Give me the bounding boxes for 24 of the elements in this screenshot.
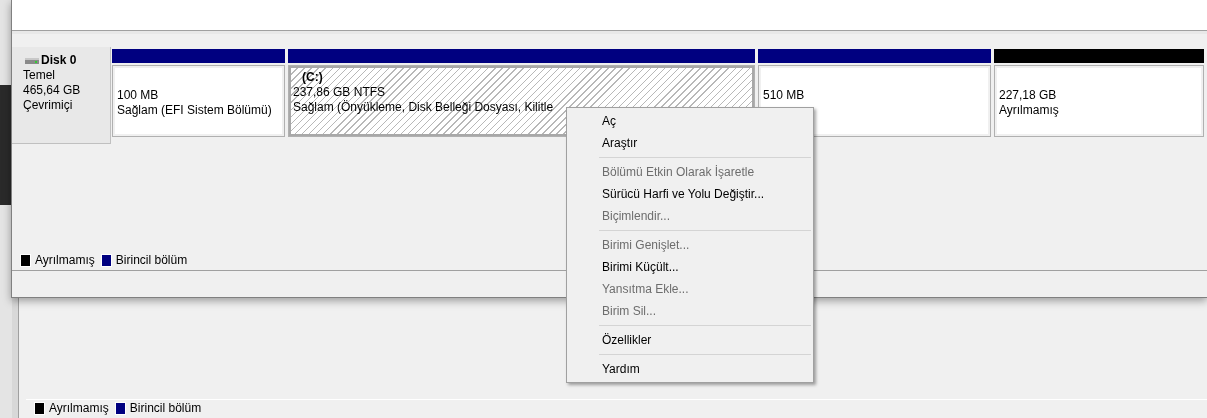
partition-text: 100 MB — [117, 88, 160, 103]
menu-item[interactable]: Özellikler — [569, 329, 811, 351]
partition-text: Ayrılmamış — [999, 103, 1060, 118]
partition-text: Sağlam (Önyükleme, Disk Belleği Dosyası, Kilitle — [293, 100, 555, 115]
disk-status: Çevrimiçi — [23, 98, 74, 113]
legend-label: Birincil bölüm — [115, 253, 188, 267]
menu-item[interactable]: Sürücü Harfi ve Yolu Değiştir... — [569, 183, 811, 205]
partition-text: Sağlam (EFI Sistem Bölümü) — [117, 103, 273, 118]
partition-block[interactable]: 100 MB Sağlam (EFI Sistem Bölümü) — [112, 65, 285, 137]
partition-text: 237,86 GB NTFS — [293, 85, 387, 100]
disk-type: Temel — [23, 68, 56, 83]
disk-size: 465,64 GB — [23, 83, 82, 98]
partition-block[interactable]: 510 MB — [758, 65, 991, 137]
legend-label: Birincil bölüm — [129, 401, 202, 415]
disk-name: Disk 0 — [41, 53, 77, 68]
partition-text: 510 MB — [763, 88, 806, 103]
partition-block[interactable]: 227,18 GB Ayrılmamış — [994, 65, 1204, 137]
menu-item[interactable]: Yardım — [569, 358, 811, 380]
legend-label: Ayrılmamış — [35, 253, 95, 267]
hard-drive-icon — [25, 57, 39, 64]
partition-text: 227,18 GB — [999, 88, 1058, 103]
volume-letter: (C:) — [302, 70, 324, 85]
legend-label: Ayrılmamış — [49, 401, 109, 415]
menu-item[interactable]: Birimi Küçült... — [569, 256, 811, 278]
